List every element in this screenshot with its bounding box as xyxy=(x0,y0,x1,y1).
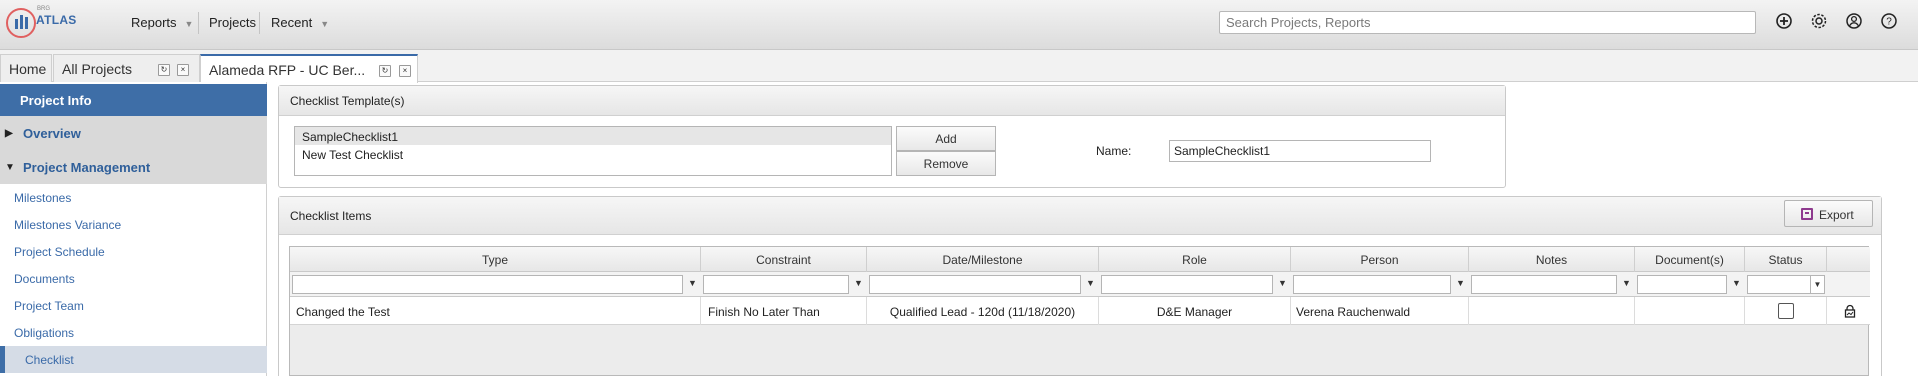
sidebar-item-project-team[interactable]: Project Team xyxy=(14,299,84,313)
name-label: Name: xyxy=(1096,144,1132,158)
cell-person: Verena Rauchenwald xyxy=(1291,297,1469,325)
filter-icon[interactable]: ▼ xyxy=(1732,278,1741,288)
panel-title: Checklist Template(s) xyxy=(279,86,1505,116)
sidebar-item-checklist[interactable]: Checklist xyxy=(0,346,267,373)
projects-menu-label: Projects xyxy=(209,15,256,30)
export-icon xyxy=(1801,208,1813,220)
column-header-actions xyxy=(1827,247,1870,272)
close-icon[interactable]: × xyxy=(177,64,189,76)
checklist-items-grid: Type Constraint Date/Milestone Role Pers… xyxy=(289,246,1870,376)
grid-header: Type Constraint Date/Milestone Role Pers… xyxy=(290,247,1870,272)
list-item[interactable]: New Test Checklist xyxy=(295,145,891,163)
grid-filter-row: ▼ ▼ ▼ ▼ ▼ ▼ ▼ ▼ xyxy=(290,272,1870,297)
top-bar: BRG ATLAS Reports ▼ Projects Recent ▼ ? xyxy=(0,0,1918,50)
sidebar-section-label: Overview xyxy=(23,126,81,141)
logo-text: ATLAS xyxy=(36,13,77,27)
projects-menu[interactable]: Projects xyxy=(209,15,256,30)
close-icon[interactable]: × xyxy=(399,65,411,77)
sidebar-header: Project Info xyxy=(0,84,267,116)
recent-menu-label: Recent xyxy=(271,15,313,30)
column-header-status[interactable]: Status xyxy=(1745,247,1827,272)
column-header-constraint[interactable]: Constraint xyxy=(701,247,867,272)
chevron-down-icon: ▼ xyxy=(320,19,330,29)
nav-divider xyxy=(259,12,260,34)
filter-icon[interactable]: ▼ xyxy=(854,278,863,288)
user-icon[interactable] xyxy=(1845,12,1863,30)
column-header-date-milestone[interactable]: Date/Milestone xyxy=(867,247,1099,272)
filter-input-date-milestone[interactable] xyxy=(869,275,1081,294)
column-header-type[interactable]: Type xyxy=(290,247,701,272)
cell-constraint: Finish No Later Than xyxy=(701,297,867,325)
add-button[interactable]: Add xyxy=(896,126,996,151)
tab-label: Alameda RFP - UC Ber... xyxy=(209,62,366,78)
tab-all-projects[interactable]: All Projects ↻ × xyxy=(53,54,200,82)
caret-down-icon: ▼ xyxy=(5,162,15,173)
sidebar-item-obligations[interactable]: Obligations xyxy=(14,326,74,340)
svg-text:?: ? xyxy=(1886,17,1892,28)
list-item[interactable]: SampleChecklist1 xyxy=(295,127,891,145)
panel-title: Checklist Items xyxy=(279,197,1881,235)
atlas-logo-icon[interactable] xyxy=(6,8,36,38)
sidebar-item-milestones[interactable]: Milestones xyxy=(14,191,71,205)
filter-input-notes[interactable] xyxy=(1471,275,1617,294)
tab-label: Home xyxy=(9,61,47,77)
nav-divider xyxy=(198,12,199,34)
cell-role: D&E Manager xyxy=(1099,297,1291,325)
gear-icon[interactable] xyxy=(1810,12,1828,30)
filter-input-documents[interactable] xyxy=(1637,275,1727,294)
filter-icon[interactable]: ▼ xyxy=(1086,278,1095,288)
refresh-icon[interactable]: ↻ xyxy=(158,64,170,76)
chevron-down-icon: ▼ xyxy=(1810,276,1824,293)
column-header-notes[interactable]: Notes xyxy=(1469,247,1635,272)
tab-home[interactable]: Home xyxy=(0,54,52,82)
template-listbox[interactable]: SampleChecklist1 New Test Checklist xyxy=(294,126,892,176)
sidebar-section-label: Project Management xyxy=(23,160,151,175)
status-checkbox[interactable] xyxy=(1778,303,1794,319)
search-input[interactable] xyxy=(1219,11,1756,34)
column-header-person[interactable]: Person xyxy=(1291,247,1469,272)
sidebar-section-overview[interactable]: ▶ Overview xyxy=(0,116,267,150)
sidebar-item-milestones-variance[interactable]: Milestones Variance xyxy=(14,218,121,232)
recent-menu[interactable]: Recent ▼ xyxy=(271,15,329,30)
filter-icon[interactable]: ▼ xyxy=(1622,278,1631,288)
sidebar-item-documents[interactable]: Documents xyxy=(14,272,75,286)
help-icon[interactable]: ? xyxy=(1880,12,1898,30)
reports-menu-label: Reports xyxy=(131,15,177,30)
sidebar-section-project-management[interactable]: ▼ Project Management xyxy=(0,150,267,184)
filter-icon[interactable]: ▼ xyxy=(1278,278,1287,288)
column-header-documents[interactable]: Document(s) xyxy=(1635,247,1745,272)
chevron-down-icon: ▼ xyxy=(184,19,194,29)
filter-icon[interactable]: ▼ xyxy=(1456,278,1465,288)
caret-right-icon: ▶ xyxy=(5,128,13,139)
cell-notes xyxy=(1469,297,1635,325)
add-circle-icon[interactable] xyxy=(1775,12,1793,30)
sidebar: Project Info ▶ Overview ▼ Project Manage… xyxy=(0,82,267,376)
filter-input-constraint[interactable] xyxy=(703,275,849,294)
cell-type: Changed the Test xyxy=(290,297,701,325)
refresh-icon[interactable]: ↻ xyxy=(379,65,391,77)
logo-subtext: BRG xyxy=(37,6,51,12)
cell-status xyxy=(1745,297,1827,325)
cell-documents xyxy=(1635,297,1745,325)
lock-icon[interactable] xyxy=(1843,304,1857,318)
column-header-role[interactable]: Role xyxy=(1099,247,1291,272)
remove-button[interactable]: Remove xyxy=(896,151,996,176)
cell-date-milestone: Qualified Lead - 120d (11/18/2020) xyxy=(867,297,1099,325)
filter-input-type[interactable] xyxy=(292,275,683,294)
filter-select-status[interactable]: ▼ xyxy=(1747,275,1825,294)
sidebar-item-project-schedule[interactable]: Project Schedule xyxy=(14,245,105,259)
reports-menu[interactable]: Reports ▼ xyxy=(131,15,193,30)
export-label: Export xyxy=(1819,208,1854,222)
filter-input-person[interactable] xyxy=(1293,275,1451,294)
table-row[interactable]: Changed the Test Finish No Later Than Qu… xyxy=(290,297,1870,325)
name-field[interactable] xyxy=(1169,140,1431,162)
filter-icon[interactable]: ▼ xyxy=(688,278,697,288)
filter-input-role[interactable] xyxy=(1101,275,1273,294)
tab-strip: Home All Projects ↻ × Alameda RFP - UC B… xyxy=(0,50,1918,83)
tab-alameda-rfp[interactable]: Alameda RFP - UC Ber... ↻ × xyxy=(200,54,418,83)
tab-label: All Projects xyxy=(62,61,133,77)
export-button[interactable]: Export xyxy=(1784,200,1873,227)
